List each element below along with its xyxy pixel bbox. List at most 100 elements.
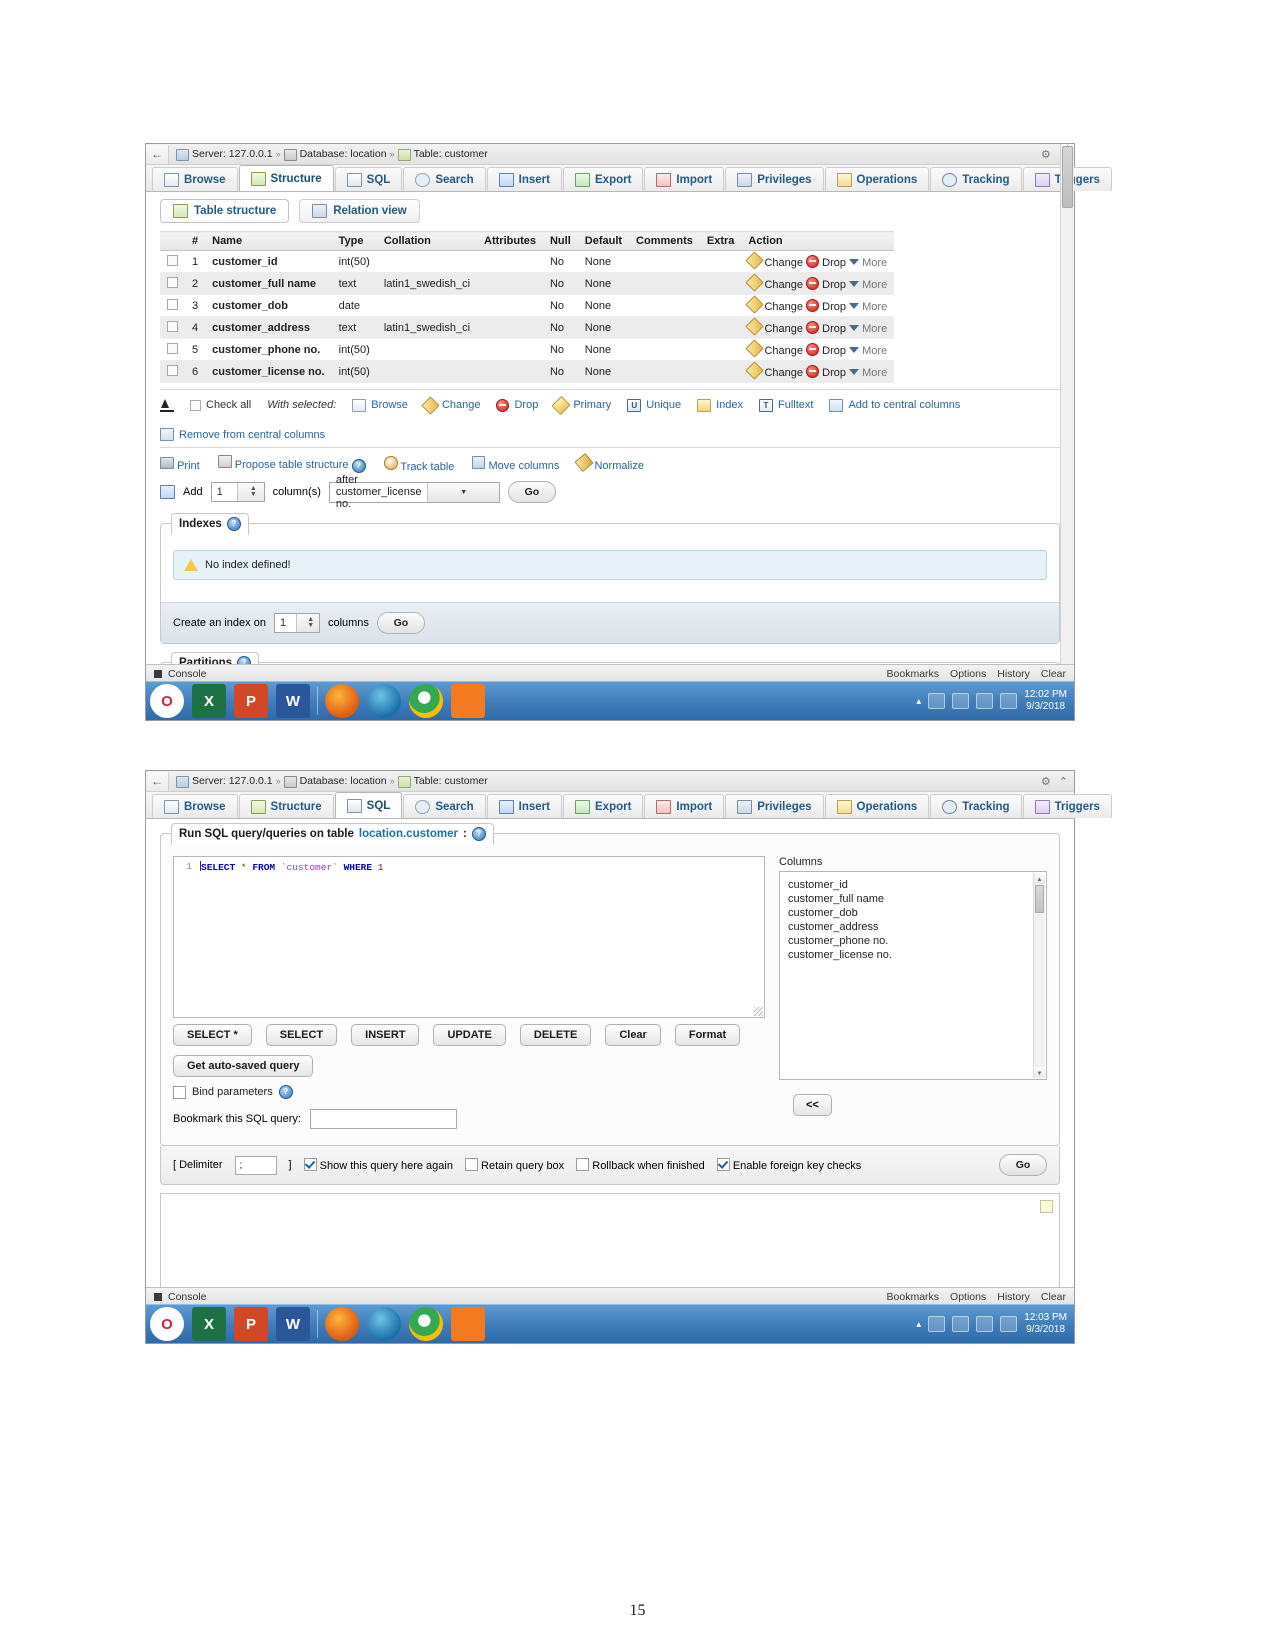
tab-browse[interactable]: Browse	[152, 167, 238, 191]
foreign-key-checkbox[interactable]	[716, 1158, 730, 1171]
select-button[interactable]: SELECT	[265, 1024, 338, 1046]
subtab-table-structure[interactable]: Table structure	[160, 199, 290, 223]
tab-sql[interactable]: SQL	[334, 167, 403, 191]
tab-tracking[interactable]: Tracking	[930, 167, 1022, 191]
select-star-button[interactable]: SELECT *	[173, 1024, 252, 1046]
taskbar-thunderbird-icon[interactable]	[367, 1307, 401, 1341]
th-name[interactable]: Name	[205, 231, 332, 251]
console-history[interactable]: History	[997, 668, 1030, 680]
ws-index[interactable]: Index	[697, 398, 743, 412]
breadcrumb-server[interactable]: Server: 127.0.0.1	[192, 148, 273, 160]
editor-resize-handle[interactable]	[754, 1007, 763, 1016]
ws-add-central[interactable]: Add to central columns	[829, 398, 960, 412]
row-checkbox-cell[interactable]	[160, 272, 185, 295]
th-default[interactable]: Default	[577, 231, 630, 251]
drop-link[interactable]: Drop	[822, 279, 846, 291]
drop-link[interactable]: Drop	[822, 323, 846, 335]
tab-browse[interactable]: Browse	[152, 794, 238, 818]
th-collation[interactable]: Collation	[376, 231, 478, 251]
show-query-option[interactable]: Show this query here again	[303, 1158, 453, 1172]
format-button[interactable]: Format	[674, 1024, 741, 1046]
query-go-button[interactable]: Go	[999, 1154, 1047, 1176]
tray-icon-2[interactable]	[952, 693, 970, 709]
change-link[interactable]: Change	[764, 257, 803, 269]
row-checkbox[interactable]	[167, 321, 178, 332]
drop-link[interactable]: Drop	[822, 301, 846, 313]
tab-insert[interactable]: Insert	[486, 794, 562, 818]
th-type[interactable]: Type	[331, 231, 377, 251]
help-icon[interactable]: ?	[278, 1085, 293, 1099]
row-checkbox[interactable]	[167, 365, 178, 376]
index-count-stepper[interactable]: 1 ▲ ▼	[273, 613, 320, 633]
row-checkbox-cell[interactable]	[160, 360, 185, 383]
settings-gear-icon[interactable]: ⚙	[1041, 148, 1051, 161]
check-all-checkbox[interactable]	[190, 399, 201, 411]
ws-change[interactable]: Change	[421, 395, 480, 415]
row-checkbox-cell[interactable]	[160, 316, 185, 339]
tab-tracking[interactable]: Tracking	[930, 794, 1022, 818]
tool-move-columns[interactable]: Move columns	[472, 456, 559, 472]
insert-button[interactable]: INSERT	[351, 1024, 420, 1046]
console-history[interactable]: History	[997, 1291, 1030, 1303]
console-options[interactable]: Options	[950, 668, 986, 680]
row-checkbox-cell[interactable]	[160, 294, 185, 317]
tab-structure[interactable]: Structure	[238, 794, 334, 818]
list-item[interactable]: customer_phone no.	[788, 934, 1038, 948]
help-icon[interactable]: ?	[351, 459, 366, 473]
taskbar-chrome-icon[interactable]	[409, 684, 443, 718]
collapse-icon[interactable]: ⌃	[1059, 775, 1068, 788]
row-checkbox[interactable]	[167, 299, 178, 310]
tray-volume-icon[interactable]	[1000, 693, 1018, 709]
ws-remove-central[interactable]: Remove from central columns	[160, 428, 1060, 441]
bookmark-input[interactable]	[309, 1109, 457, 1129]
delimiter-input[interactable]: ;	[234, 1155, 277, 1175]
taskbar-xampp-icon[interactable]	[451, 1307, 485, 1341]
taskbar-clock[interactable]: 12:02 PM 9/3/2018	[1024, 689, 1067, 713]
ws-drop[interactable]: Drop	[496, 398, 538, 412]
back-button[interactable]: ←	[146, 771, 169, 791]
breadcrumb-table[interactable]: Table: customer	[414, 148, 488, 160]
tab-search[interactable]: Search	[403, 167, 486, 191]
settings-gear-icon[interactable]: ⚙	[1041, 775, 1051, 788]
th-num[interactable]: #	[185, 231, 206, 251]
tool-print[interactable]: Print	[160, 456, 200, 472]
taskbar-thunderbird-icon[interactable]	[367, 684, 401, 718]
bind-parameters-row[interactable]: Bind parameters ?	[173, 1077, 765, 1099]
list-item[interactable]: customer_full name	[788, 892, 1038, 906]
taskbar-word-icon[interactable]: W	[276, 1307, 310, 1341]
ws-unique[interactable]: U Unique	[627, 398, 681, 412]
tray-expand-icon[interactable]: ▴	[916, 1319, 921, 1330]
help-icon[interactable]: ?	[471, 827, 486, 841]
change-link[interactable]: Change	[764, 301, 803, 313]
tab-export[interactable]: Export	[563, 167, 644, 191]
tray-network-icon[interactable]	[976, 693, 994, 709]
page-scrollbar[interactable]: ▲ ▼	[1060, 144, 1074, 720]
row-checkbox-cell[interactable]	[160, 250, 185, 273]
taskbar-excel-icon[interactable]: X	[192, 1307, 226, 1341]
columns-list[interactable]: customer_id customer_full name customer_…	[779, 871, 1047, 1080]
console-options[interactable]: Options	[950, 1291, 986, 1303]
tool-propose[interactable]: Propose table structure ?	[217, 455, 366, 473]
taskbar-clock[interactable]: 12:03 PM 9/3/2018	[1024, 1312, 1067, 1336]
tab-import[interactable]: Import	[644, 167, 725, 191]
get-auto-saved-query-button[interactable]: Get auto-saved query	[173, 1055, 314, 1077]
tray-icon-2[interactable]	[952, 1316, 970, 1332]
stepper-arrows[interactable]: ▲ ▼	[237, 483, 264, 501]
help-icon[interactable]: ?	[226, 517, 241, 531]
more-link[interactable]: More	[862, 279, 887, 291]
tab-sql[interactable]: SQL	[334, 792, 403, 818]
console-bookmarks[interactable]: Bookmarks	[887, 1291, 940, 1303]
taskbar-opera-icon[interactable]: O	[150, 1307, 184, 1341]
sticky-note-icon[interactable]	[1040, 1200, 1053, 1213]
ws-fulltext[interactable]: T Fulltext	[759, 398, 813, 412]
rollback-checkbox[interactable]	[576, 1158, 590, 1171]
th-null[interactable]: Null	[542, 231, 578, 251]
more-link[interactable]: More	[862, 345, 887, 357]
list-item[interactable]: customer_address	[788, 920, 1038, 934]
breadcrumb-database[interactable]: Database: location	[300, 148, 387, 160]
tab-structure[interactable]: Structure	[238, 165, 334, 191]
console-clear[interactable]: Clear	[1041, 1291, 1066, 1303]
more-link[interactable]: More	[862, 301, 887, 313]
scroll-up-arrow[interactable]: ▲	[1034, 873, 1045, 884]
bind-parameters-checkbox[interactable]	[173, 1085, 186, 1099]
